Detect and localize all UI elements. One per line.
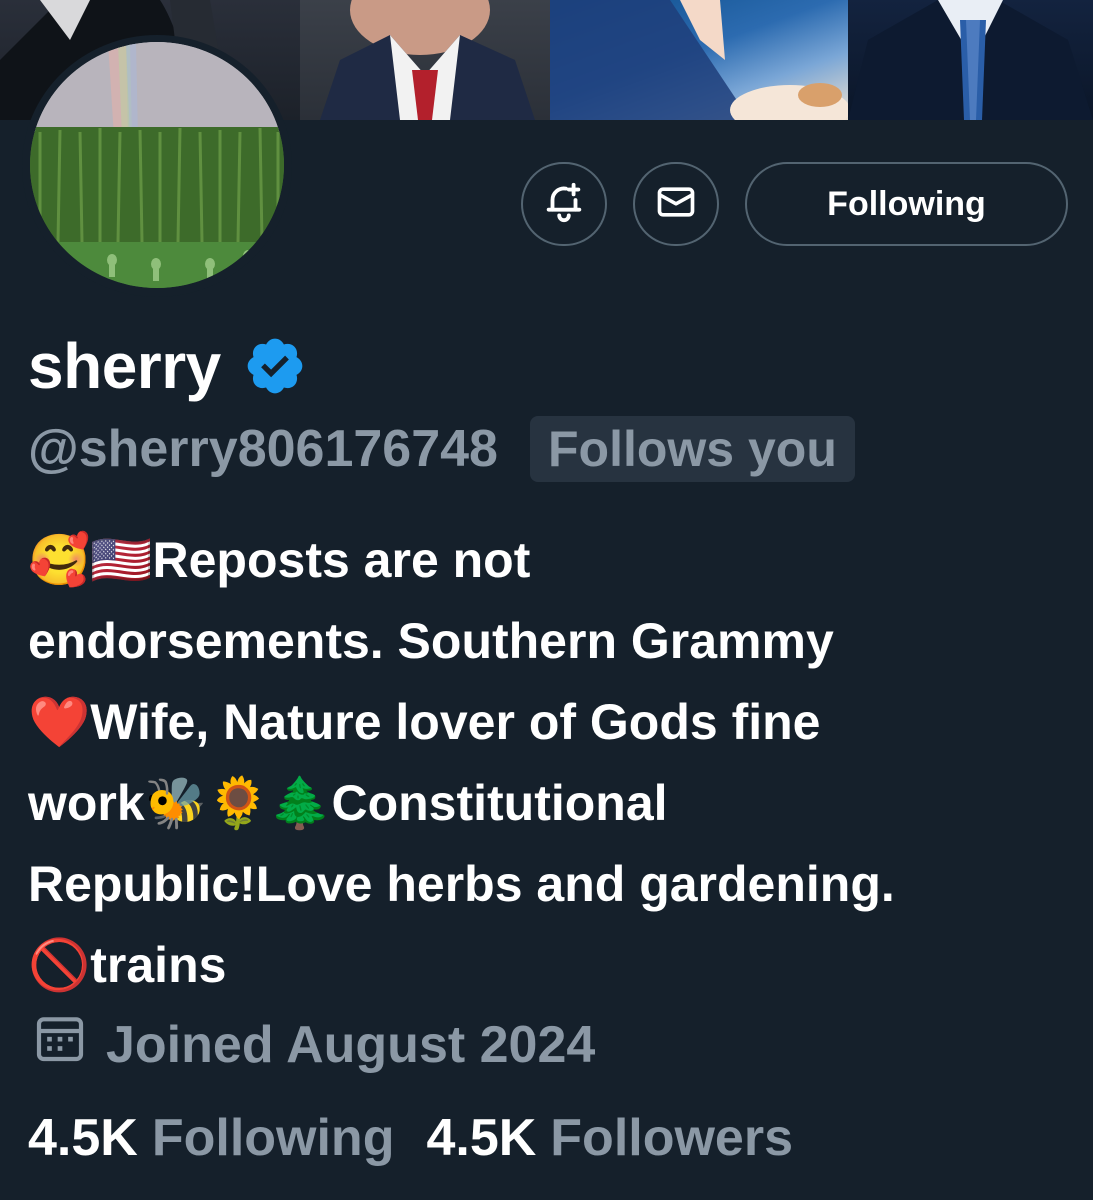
banner-photo-4 <box>848 0 1093 120</box>
follows-you-badge: Follows you <box>529 416 855 482</box>
avatar[interactable] <box>30 42 284 288</box>
calendar-icon <box>32 1010 88 1079</box>
verified-badge-icon[interactable] <box>243 334 307 403</box>
following-label: Following <box>151 1109 395 1167</box>
joined-date: Joined August 2024 <box>106 1015 596 1074</box>
stats-row: 4.5K Following 4.5K Followers <box>28 1108 793 1168</box>
joined-row: Joined August 2024 <box>32 1010 595 1079</box>
bio-line: 🚫trains <box>28 925 1078 1006</box>
envelope-icon <box>654 180 698 229</box>
bio-line: ❤️Wife, Nature lover of Gods fine <box>28 682 1078 763</box>
bell-plus-icon <box>541 179 587 230</box>
following-button[interactable]: Following <box>745 162 1068 246</box>
followers-label: Followers <box>550 1109 794 1167</box>
bio-line: Republic!Love herbs and gardening. <box>28 844 1078 925</box>
notify-button[interactable] <box>521 162 607 246</box>
bio-line: endorsements. Southern Grammy <box>28 601 1078 682</box>
bio-emoji: 🐝🌻🌲 <box>144 774 332 832</box>
handle: @sherry806176748 <box>28 420 498 478</box>
bio-text: endorsements. Southern Grammy <box>28 613 834 669</box>
following-stat-link[interactable]: 4.5K Following <box>28 1108 394 1168</box>
followers-stat-link[interactable]: 4.5K Followers <box>426 1108 793 1168</box>
bio-emoji: 🚫 <box>28 936 91 994</box>
following-count: 4.5K <box>28 1109 138 1167</box>
handle-row: @sherry806176748 Follows you <box>28 416 855 482</box>
bio-text: trains <box>90 937 227 993</box>
following-button-label: Following <box>827 184 986 223</box>
bio-text: Reposts are not <box>152 532 531 588</box>
bio-emoji: ❤️ <box>28 693 91 751</box>
message-button[interactable] <box>633 162 719 246</box>
display-name: sherry <box>28 329 221 402</box>
bio-line: 🥰🇺🇸Reposts are not <box>28 520 1078 601</box>
bio: 🥰🇺🇸Reposts are not endorsements. Souther… <box>28 520 1078 1006</box>
name-row: sherry <box>28 328 307 403</box>
bio-text: Wife, Nature lover of Gods fine <box>90 694 821 750</box>
bio-text: Constitutional <box>331 775 668 831</box>
bio-text: Republic!Love herbs and gardening. <box>28 856 895 912</box>
followers-count: 4.5K <box>426 1109 537 1167</box>
bio-line: work🐝🌻🌲Constitutional <box>28 763 1078 844</box>
banner-photo-2 <box>300 0 550 120</box>
bio-emoji: 🥰🇺🇸 <box>28 531 153 589</box>
bio-text: work <box>28 775 145 831</box>
banner-photo-3 <box>550 0 848 120</box>
